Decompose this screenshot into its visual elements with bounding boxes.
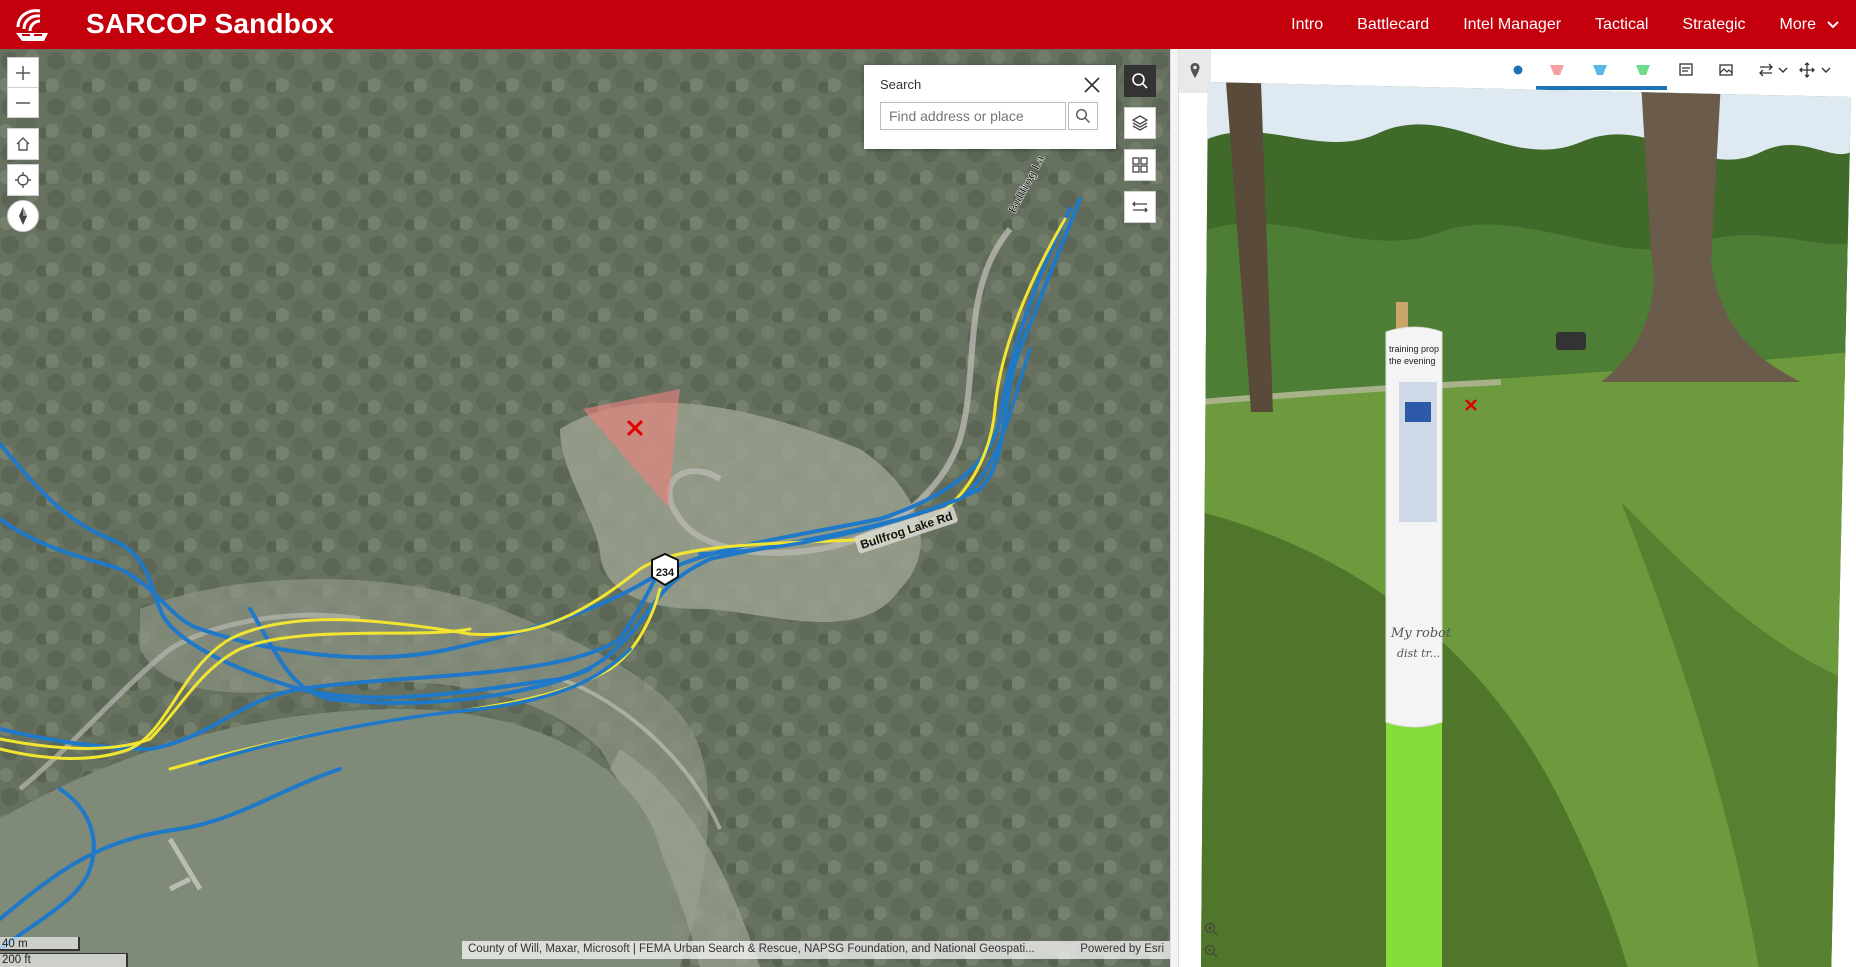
map-view[interactable]: Bullfrog Lake Rd Bullfrog La 234 Search …: [0, 49, 1170, 967]
oriented-imagery-panel: training prop the evening My robot dist …: [1179, 49, 1856, 967]
zoom-in-button[interactable]: [7, 57, 39, 88]
move-dropdown-button[interactable]: [1819, 59, 1833, 81]
swap-icon: [1759, 63, 1773, 77]
blue-marker-icon: [1593, 65, 1607, 75]
attribution-text: County of Will, Maxar, Microsoft | FEMA …: [468, 943, 1035, 955]
chevron-down-icon: [1827, 20, 1839, 28]
home-button[interactable]: [7, 128, 39, 160]
move-icon: [1799, 62, 1815, 78]
marker-label: 234: [656, 567, 675, 579]
zoom-out-icon: [1204, 944, 1218, 958]
measure-icon: [1132, 201, 1148, 213]
move-button[interactable]: [1796, 59, 1818, 81]
current-location-button[interactable]: [1507, 59, 1529, 81]
app-header: SARCOP Sandbox Intro Battlecard Intel Ma…: [0, 0, 1856, 49]
pink-marker-button[interactable]: [1546, 59, 1568, 81]
blue-marker-button[interactable]: [1589, 59, 1611, 81]
compass-icon: [19, 207, 27, 225]
pin-icon: [1190, 63, 1200, 78]
search-toggle-button[interactable]: [1124, 65, 1156, 97]
nav-battlecard[interactable]: Battlecard: [1357, 16, 1429, 34]
search-panel: Search: [864, 65, 1116, 149]
zoom-in-icon: [1204, 922, 1218, 936]
photo-handwriting-1: My robot: [1390, 626, 1452, 641]
image-gallery-icon: [1719, 64, 1733, 76]
locate-icon: [15, 172, 31, 188]
layers-button[interactable]: [1124, 107, 1156, 139]
basemap-gallery-button[interactable]: [1124, 149, 1156, 181]
photo-handwriting-2: dist tr...: [1397, 647, 1440, 660]
search-icon: [1075, 108, 1090, 123]
search-panel-title: Search: [880, 77, 922, 92]
swap-button[interactable]: [1755, 59, 1777, 81]
search-icon: [1132, 73, 1148, 89]
image-icon: [1679, 63, 1693, 76]
minus-icon: [16, 101, 30, 104]
app-title: SARCOP Sandbox: [86, 8, 335, 39]
panel-splitter[interactable]: [1170, 49, 1179, 967]
powered-by-esri-link[interactable]: Powered by Esri: [1080, 943, 1164, 955]
measure-button[interactable]: [1124, 191, 1156, 223]
logo-icon: [16, 9, 48, 41]
photo-zoom-in-button[interactable]: [1203, 921, 1219, 937]
basemap-gallery-icon: [1132, 157, 1148, 173]
search-input[interactable]: [880, 102, 1066, 130]
photo-sign-text-1: training prop: [1389, 344, 1439, 354]
nav-strategic[interactable]: Strategic: [1682, 16, 1745, 34]
image-button[interactable]: [1675, 59, 1697, 81]
plus-icon: [16, 65, 30, 80]
blue-dot-icon: [1513, 65, 1523, 75]
scale-bar: 40 m 200 ft: [0, 937, 128, 967]
image-gallery-button[interactable]: [1715, 59, 1737, 81]
locate-button[interactable]: [7, 164, 39, 196]
home-icon: [16, 137, 30, 151]
scale-imperial: 200 ft: [0, 953, 128, 967]
top-nav: Intro Battlecard Intel Manager Tactical …: [1257, 0, 1840, 49]
chevron-down-icon: [1821, 67, 1831, 73]
green-marker-button[interactable]: [1632, 59, 1654, 81]
layers-icon: [1131, 115, 1149, 131]
nav-more[interactable]: More: [1780, 16, 1840, 34]
satellite-basemap: Bullfrog Lake Rd Bullfrog La 234: [0, 49, 1170, 967]
close-search-button[interactable]: [1082, 75, 1102, 95]
compass-button[interactable]: [7, 200, 39, 232]
search-submit-button[interactable]: [1068, 102, 1098, 130]
chevron-down-icon: [1778, 67, 1788, 73]
nav-intel-manager[interactable]: Intel Manager: [1463, 16, 1561, 34]
location-marker: 234: [651, 552, 679, 587]
oriented-photo[interactable]: training prop the evening My robot dist …: [1201, 82, 1851, 967]
scale-metric: 40 m: [0, 937, 80, 951]
nav-more-label: More: [1779, 15, 1816, 33]
pink-marker-icon: [1550, 65, 1564, 75]
nav-tactical[interactable]: Tactical: [1595, 16, 1648, 34]
map-attribution: County of Will, Maxar, Microsoft | FEMA …: [462, 941, 1170, 959]
green-marker-icon: [1636, 65, 1650, 75]
close-icon: [1084, 77, 1100, 93]
photo-sign-text-2: the evening: [1389, 356, 1436, 366]
zoom-out-button[interactable]: [7, 87, 39, 118]
nav-intro[interactable]: Intro: [1291, 16, 1323, 34]
swap-dropdown-button[interactable]: [1776, 59, 1790, 81]
photo-zoom-out-button[interactable]: [1203, 943, 1219, 959]
